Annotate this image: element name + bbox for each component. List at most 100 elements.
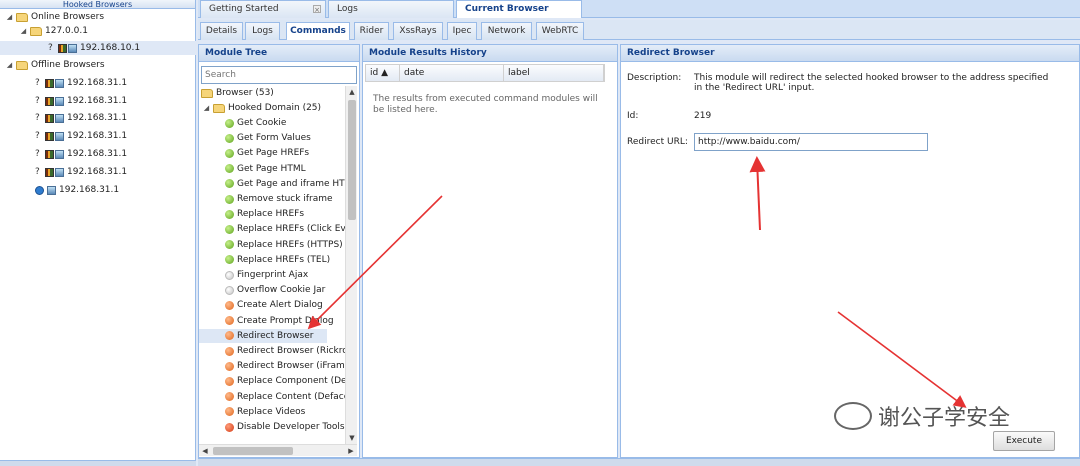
browser-os-icons — [45, 78, 64, 88]
module-item[interactable]: Create Alert Dialog — [199, 298, 345, 312]
offline-client-label: 192.168.31.1 — [67, 131, 128, 141]
module-item[interactable]: Disable Developer Tools — [199, 420, 345, 434]
module-tree-vertical-scrollbar[interactable]: ▲ ▼ — [345, 86, 357, 444]
column-header-id[interactable]: id ▲ — [366, 65, 400, 81]
online-client-node[interactable]: ? 192.168.10.1 — [0, 41, 196, 55]
expand-triangle-icon[interactable]: ◢ — [20, 24, 27, 38]
scrollbar-thumb[interactable] — [348, 100, 356, 220]
status-dot-icon — [225, 194, 234, 204]
expand-triangle-icon[interactable]: ◢ — [203, 101, 210, 115]
module-item[interactable]: Get Page and iframe HTM — [199, 177, 345, 191]
status-dot-icon — [225, 133, 234, 143]
tab-logs[interactable]: Logs — [328, 0, 454, 18]
module-item[interactable]: Replace HREFs — [199, 207, 345, 221]
status-dot-icon — [225, 240, 234, 250]
left-bottom-bar — [0, 460, 196, 466]
tab-commands[interactable]: Commands — [286, 22, 350, 40]
redirect-url-input[interactable] — [694, 133, 928, 151]
description-text: This module will redirect the selected h… — [694, 73, 1049, 93]
module-item[interactable]: Redirect Browser (Rickrol — [199, 344, 345, 358]
module-item-label: Replace Videos — [237, 406, 306, 417]
tab-ipec[interactable]: Ipec — [447, 22, 477, 40]
scroll-up-arrow-icon[interactable]: ▲ — [346, 86, 358, 98]
offline-client-node[interactable]: ? 192.168.31.1 — [35, 76, 127, 90]
module-item[interactable]: Get Cookie — [199, 116, 345, 130]
tab-network[interactable]: Network — [481, 22, 532, 40]
tree-group-hooked-domain[interactable]: ◢ Hooked Domain (25) — [199, 101, 345, 115]
tab-logs[interactable]: Logs — [245, 22, 280, 40]
close-icon[interactable]: × — [313, 5, 321, 14]
folder-icon — [213, 103, 225, 113]
status-dot-icon — [225, 118, 234, 128]
module-item[interactable]: Redirect Browser (iFrame — [199, 359, 345, 373]
offline-client-node[interactable]: ? 192.168.31.1 — [35, 111, 127, 125]
module-item[interactable]: Get Page HTML — [199, 162, 345, 176]
offline-client-label: 192.168.31.1 — [67, 167, 128, 177]
module-item-label: Redirect Browser — [237, 330, 314, 341]
tab-details[interactable]: Details — [200, 22, 243, 40]
offline-client-node[interactable]: ? 192.168.31.1 — [35, 129, 127, 143]
module-item[interactable]: Remove stuck iframe — [199, 192, 345, 206]
id-value: 219 — [694, 111, 712, 121]
module-item[interactable]: Replace Component (Defa — [199, 374, 345, 388]
module-item-label: Create Prompt Dialog — [237, 315, 334, 326]
tab-rider[interactable]: Rider — [354, 22, 389, 40]
module-item[interactable]: Get Local Storage — [199, 435, 345, 436]
module-item[interactable]: Replace HREFs (TEL) — [199, 253, 345, 267]
module-item[interactable]: Replace Videos — [199, 405, 345, 419]
tree-group-browser[interactable]: Browser (53) — [199, 86, 345, 100]
module-item-label: Redirect Browser (iFrame — [237, 361, 345, 372]
module-search-input[interactable] — [201, 66, 357, 84]
column-header-date[interactable]: date — [400, 65, 504, 81]
offline-browsers-node[interactable]: ◢ Offline Browsers — [6, 58, 105, 72]
status-dot-icon — [225, 164, 234, 174]
module-tree-title: Module Tree — [199, 45, 359, 62]
offline-client-node[interactable]: 192.168.31.1 — [35, 183, 119, 197]
expand-triangle-icon[interactable]: ◢ — [6, 10, 13, 24]
module-item-label: Get Page and iframe HTM — [237, 178, 345, 189]
module-item[interactable]: Get Form Values — [199, 131, 345, 145]
offline-client-label: 192.168.31.1 — [67, 78, 128, 88]
scroll-right-arrow-icon[interactable]: ▶ — [345, 445, 357, 457]
offline-client-node[interactable]: ? 192.168.31.1 — [35, 165, 127, 179]
hardware-icon — [45, 96, 54, 106]
execute-button[interactable]: Execute — [993, 431, 1055, 451]
offline-client-node[interactable]: ? 192.168.31.1 — [35, 94, 127, 108]
results-grid-header: id ▲ date label — [365, 64, 605, 82]
online-host-node[interactable]: ◢ 127.0.0.1 — [20, 24, 88, 38]
module-item[interactable]: Overflow Cookie Jar — [199, 283, 345, 297]
folder-icon — [201, 88, 213, 98]
offline-client-node[interactable]: ? 192.168.31.1 — [35, 147, 127, 161]
module-item[interactable]: Replace HREFs (HTTPS) — [199, 238, 345, 252]
redirect-browser-title: Redirect Browser — [621, 45, 1079, 62]
module-item[interactable]: Replace HREFs (Click Ev — [199, 222, 345, 236]
module-item[interactable]: Redirect Browser — [199, 328, 327, 343]
module-tree-horizontal-scrollbar[interactable]: ◀ ▶ — [199, 444, 357, 456]
hardware-icon — [45, 149, 54, 159]
expand-triangle-icon[interactable]: ◢ — [6, 58, 13, 72]
column-header-label[interactable]: label — [504, 65, 604, 81]
module-item[interactable]: Replace Content (Deface) — [199, 390, 345, 404]
module-item[interactable]: Get Page HREFs — [199, 146, 345, 160]
online-browsers-node[interactable]: ◢ Online Browsers — [6, 10, 104, 24]
status-dot-icon — [225, 407, 234, 417]
scroll-down-arrow-icon[interactable]: ▼ — [346, 432, 358, 444]
scroll-left-arrow-icon[interactable]: ◀ — [199, 445, 211, 457]
tab-logs-label: Logs — [337, 4, 358, 14]
tab-webrtc[interactable]: WebRTC — [536, 22, 584, 40]
unknown-os-icon: ? — [35, 96, 40, 106]
status-dot-icon — [225, 376, 234, 386]
status-bar — [198, 458, 1080, 466]
scrollbar-thumb[interactable] — [213, 447, 293, 455]
tab-xssrays[interactable]: XssRays — [393, 22, 443, 40]
device-icon — [55, 113, 64, 123]
module-item[interactable]: Fingerprint Ajax — [199, 268, 345, 282]
tab-getting-started[interactable]: Getting Started × — [200, 0, 326, 18]
module-item[interactable]: Create Prompt Dialog — [199, 314, 345, 328]
ie-browser-icon — [35, 185, 44, 195]
tab-current-browser[interactable]: Current Browser — [456, 0, 582, 18]
module-item-label: Get Local Storage — [237, 435, 317, 436]
status-dot-icon — [225, 209, 234, 219]
device-icon — [55, 149, 64, 159]
module-item-label: Get Form Values — [237, 133, 311, 144]
